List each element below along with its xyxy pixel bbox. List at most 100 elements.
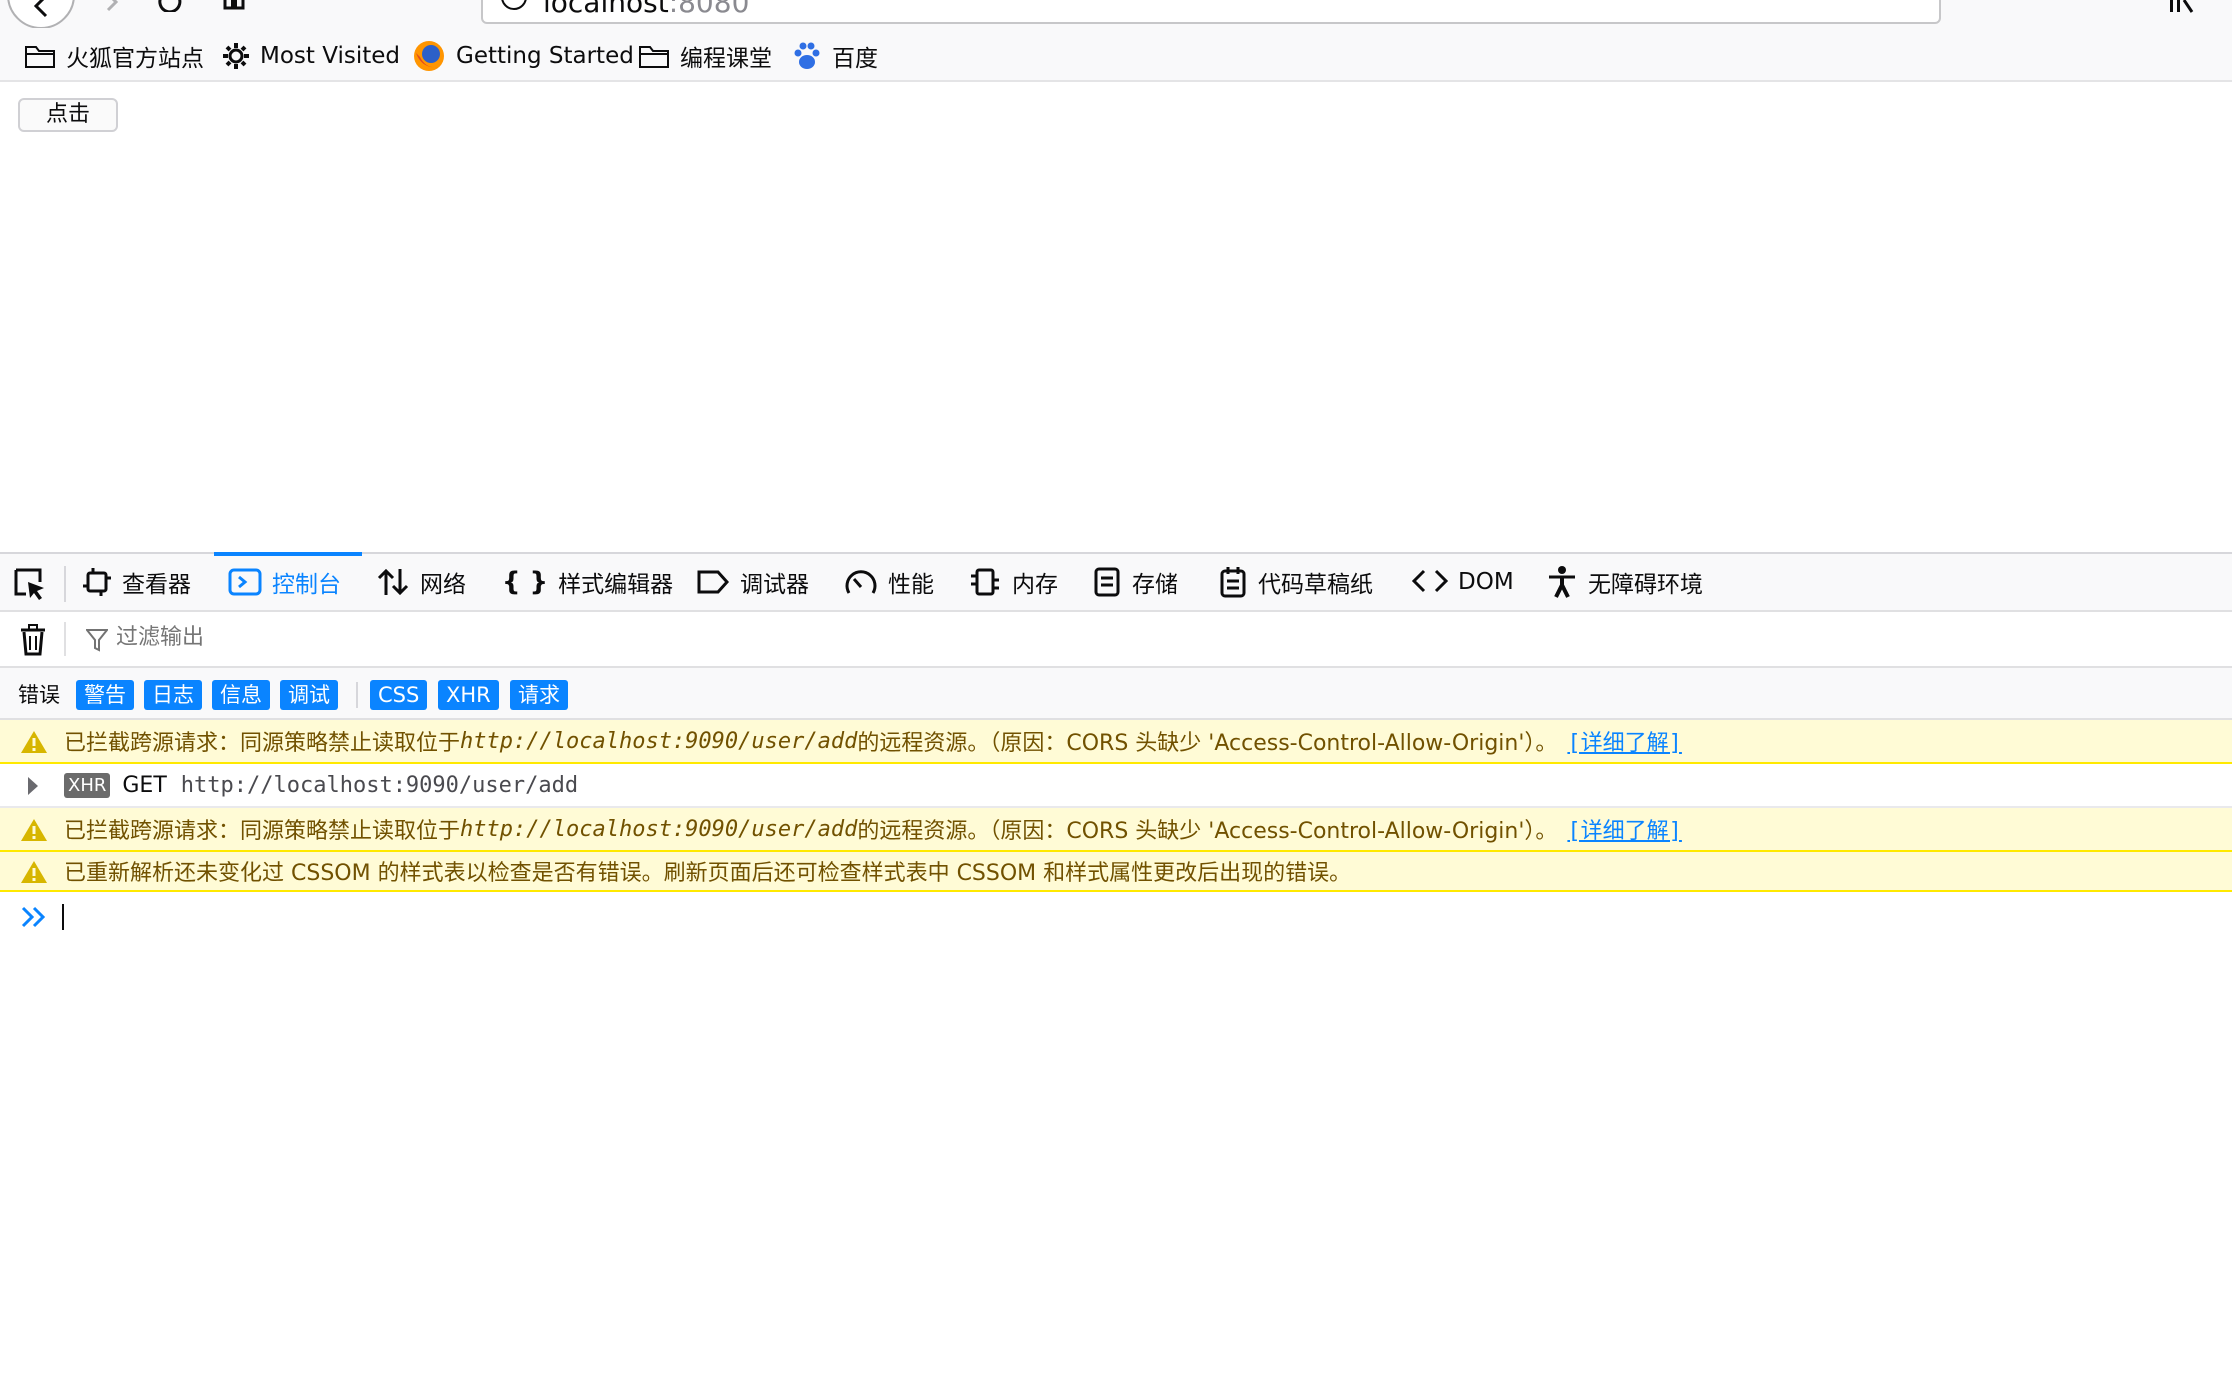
element-picker-icon[interactable] (10, 564, 50, 604)
message-text: 的远程资源。（原因：CORS 头缺少 'Access-Control-Allow… (857, 819, 1558, 844)
devtools-panel: 查看器 控制台 网络 { } 样式编辑器 调试器 性能 内存 存储 代码草稿纸 … (0, 552, 2232, 1380)
learn-more-link[interactable]: [详细了解] (1567, 813, 1682, 845)
message-url: http://localhost:9090/user/add (460, 728, 858, 754)
memory-icon (971, 568, 999, 596)
tab-network[interactable]: 网络 (376, 554, 466, 610)
tab-storage[interactable]: 存储 (1092, 554, 1178, 610)
gear-icon (223, 43, 249, 69)
text-caret (62, 904, 64, 930)
message-url: http://localhost:9090/user/add (460, 816, 858, 842)
message-text: 已重新解析还未变化过 CSSOM 的样式表以检查是否有错误。刷新页面后还可检查样… (64, 861, 1352, 886)
click-button[interactable]: 点击 (18, 98, 118, 132)
url-text[interactable]: localhost:8080 (543, 0, 749, 19)
xhr-badge: XHR (64, 772, 111, 798)
tab-divider (64, 566, 66, 602)
url-host: localhost (543, 0, 669, 19)
bookmark-label: Getting Started (456, 43, 634, 69)
message-text: 的远程资源。（原因：CORS 头缺少 'Access-Control-Allow… (857, 731, 1558, 756)
filter-chip-debug[interactable]: 调试 (280, 680, 338, 710)
site-info-icon[interactable] (499, 0, 529, 12)
log-level-filters: 错误 警告 日志 信息 调试 CSS XHR 请求 (0, 668, 2232, 720)
tab-label: 调试器 (740, 572, 809, 598)
console-message-warning: 已拦截跨源请求：同源策略禁止读取位于 http://localhost:9090… (0, 808, 2232, 852)
filter-chip-css[interactable]: CSS (370, 680, 428, 710)
message-text: 已拦截跨源请求：同源策略禁止读取位于 (64, 819, 461, 844)
tab-debugger[interactable]: 调试器 (696, 554, 809, 610)
tab-dom[interactable]: DOM (1412, 554, 1514, 610)
library-icon[interactable] (2168, 0, 2204, 14)
folder-icon (639, 46, 669, 68)
console-message-xhr[interactable]: XHR GET http://localhost:9090/user/add (0, 764, 2232, 808)
storage-icon (1094, 567, 1120, 597)
chips-divider (356, 682, 358, 708)
filter-output-input[interactable] (114, 624, 718, 651)
tab-style-editor[interactable]: { } 样式编辑器 (502, 554, 673, 610)
tab-label: 性能 (888, 572, 934, 598)
forward-arrow-icon[interactable] (100, 0, 124, 12)
navigation-toolbar: localhost:8080 (0, 0, 2232, 30)
expand-arrow-icon[interactable] (26, 776, 40, 796)
tab-label: DOM (1458, 569, 1514, 595)
debugger-icon (697, 570, 730, 594)
tab-scratchpad[interactable]: 代码草稿纸 (1218, 554, 1373, 610)
bookmark-item[interactable]: 百度 (792, 38, 878, 74)
inspector-icon (83, 568, 111, 596)
request-method: GET (122, 772, 167, 798)
tab-label: 代码草稿纸 (1258, 572, 1373, 598)
bookmark-item[interactable]: 火狐官方站点 (24, 38, 204, 74)
prompt-chevron-icon (21, 906, 46, 928)
message-text: 已拦截跨源请求：同源策略禁止读取位于 (64, 731, 461, 756)
tab-label: 无障碍环境 (1588, 572, 1703, 598)
gauge-icon (845, 570, 877, 594)
filter-chip-info[interactable]: 信息 (212, 680, 270, 710)
filter-chip-errors[interactable]: 错误 (10, 680, 68, 710)
tab-accessibility[interactable]: 无障碍环境 (1546, 554, 1703, 610)
home-icon[interactable] (222, 0, 248, 12)
back-arrow-icon (7, 0, 75, 29)
filter-chip-requests[interactable]: 请求 (510, 680, 568, 710)
url-bar[interactable]: localhost:8080 (481, 0, 1941, 24)
request-url[interactable]: http://localhost:9090/user/add (181, 773, 578, 798)
bookmark-label: 百度 (832, 46, 878, 72)
console-input[interactable] (0, 890, 2232, 946)
scratchpad-icon (1220, 567, 1246, 598)
baidu-paw-icon (794, 42, 820, 69)
bookmark-item[interactable]: 编程课堂 (638, 38, 772, 74)
tab-console[interactable]: 控制台 (228, 554, 341, 610)
folder-icon (25, 46, 55, 68)
filter-divider (64, 622, 66, 656)
console-message-warning: 已重新解析还未变化过 CSSOM 的样式表以检查是否有错误。刷新页面后还可检查样… (0, 852, 2232, 892)
tab-performance[interactable]: 性能 (844, 554, 934, 610)
warning-icon (21, 731, 47, 753)
bookmark-item[interactable]: Getting Started (412, 38, 634, 74)
accessibility-icon (1549, 566, 1575, 598)
warning-icon (21, 861, 47, 883)
tab-inspector[interactable]: 查看器 (82, 554, 191, 610)
tab-label: 控制台 (272, 572, 341, 598)
tab-label: 存储 (1132, 572, 1178, 598)
tab-label: 内存 (1012, 572, 1058, 598)
trash-icon[interactable] (20, 624, 46, 656)
bookmark-label: 火狐官方站点 (66, 46, 204, 72)
url-port: :8080 (668, 0, 750, 19)
reload-icon[interactable] (156, 0, 184, 12)
console-icon (228, 568, 262, 596)
page-content: 点击 (0, 82, 2232, 552)
warning-icon (21, 819, 47, 841)
bookmarks-toolbar: 火狐官方站点 Most Visited Getting Started 编程课堂 (0, 28, 2232, 82)
filter-chip-warnings[interactable]: 警告 (76, 680, 134, 710)
devtools-tab-bar: 查看器 控制台 网络 { } 样式编辑器 调试器 性能 内存 存储 代码草稿纸 … (0, 552, 2232, 612)
bookmark-label: 编程课堂 (680, 46, 772, 72)
filter-funnel-icon (86, 629, 108, 652)
filter-chip-xhr[interactable]: XHR (438, 680, 499, 710)
learn-more-link[interactable]: [详细了解] (1567, 725, 1682, 757)
firefox-icon (414, 41, 444, 71)
filter-chip-logs[interactable]: 日志 (144, 680, 202, 710)
back-button[interactable] (6, 0, 76, 30)
bookmark-label: Most Visited (260, 43, 400, 69)
braces-icon: { } (502, 567, 549, 597)
console-message-warning: 已拦截跨源请求：同源策略禁止读取位于 http://localhost:9090… (0, 720, 2232, 764)
bookmark-item[interactable]: Most Visited (222, 38, 400, 74)
tab-memory[interactable]: 内存 (968, 554, 1058, 610)
tab-label: 网络 (420, 572, 466, 598)
